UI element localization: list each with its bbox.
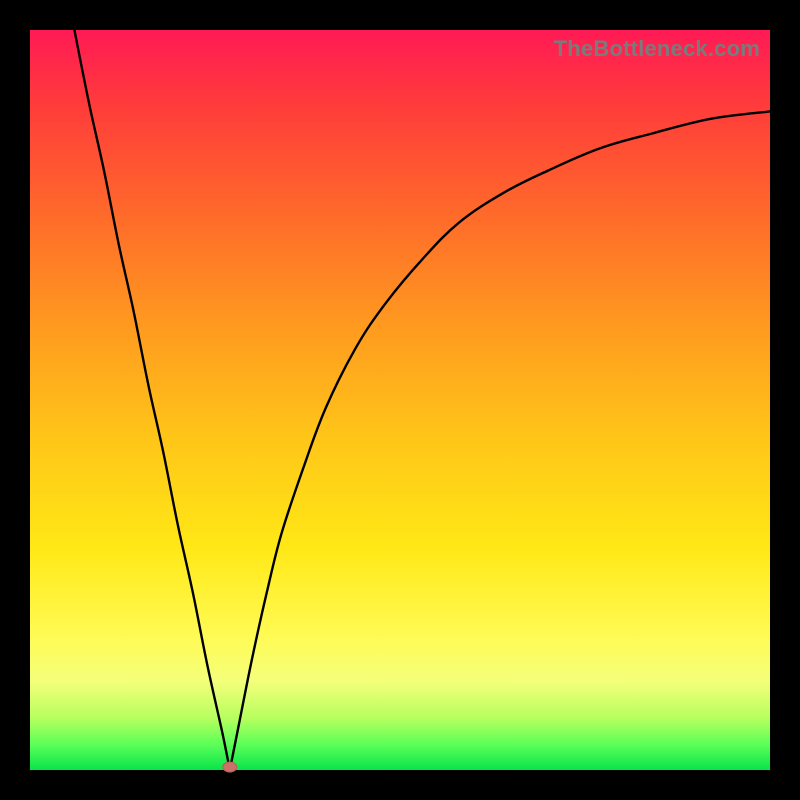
curve-right-branch xyxy=(230,111,770,770)
minimum-marker xyxy=(223,762,237,772)
chart-frame: TheBottleneck.com xyxy=(0,0,800,800)
bottleneck-curve xyxy=(30,30,770,770)
plot-area: TheBottleneck.com xyxy=(30,30,770,770)
curve-left-branch xyxy=(74,30,229,770)
